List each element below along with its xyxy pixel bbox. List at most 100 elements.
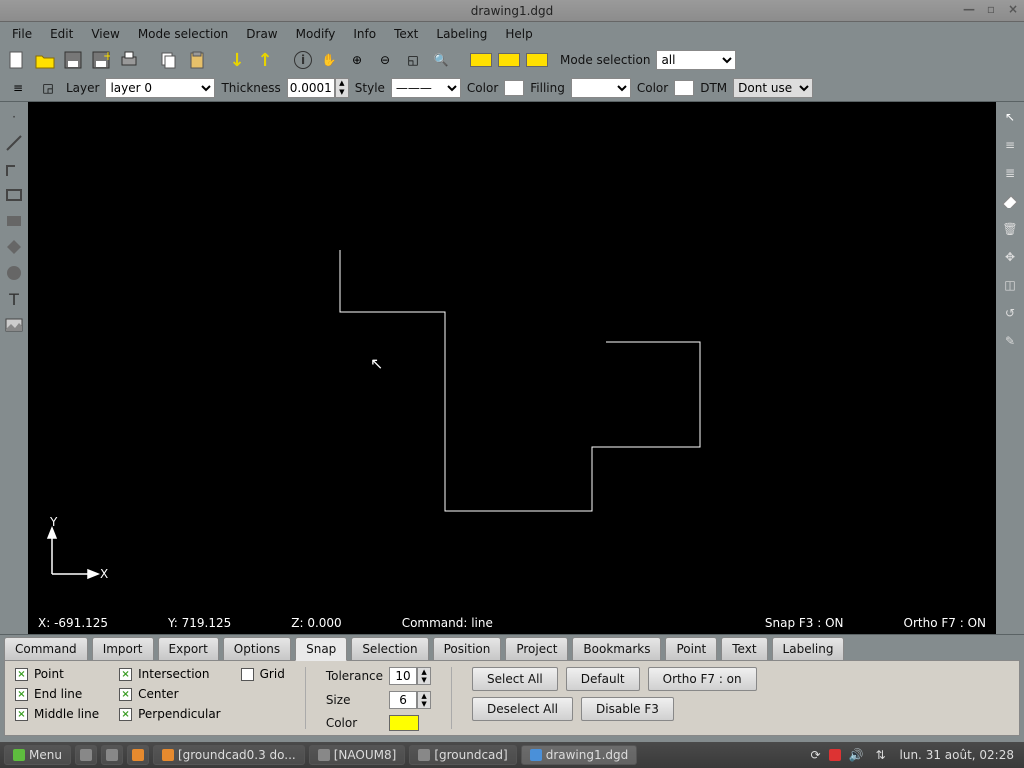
menu-mode-selection[interactable]: Mode selection	[130, 24, 236, 44]
undo-icon[interactable]: ↓	[226, 49, 248, 71]
paste-icon[interactable]	[186, 49, 208, 71]
eraser-icon[interactable]	[999, 190, 1021, 212]
dtm-dropdown[interactable]: Dont use	[733, 78, 813, 98]
move-icon[interactable]: ✥	[999, 246, 1021, 268]
selection-rect-icon[interactable]: ◫	[999, 274, 1021, 296]
snap-point-checkbox[interactable]: ×Point	[15, 667, 99, 681]
tray-shield-icon[interactable]	[829, 749, 841, 761]
fill-color-swatch[interactable]	[674, 80, 694, 96]
size-down[interactable]: ▼	[418, 700, 430, 708]
tab-labeling[interactable]: Labeling	[772, 637, 845, 660]
tab-snap[interactable]: Snap	[295, 637, 347, 661]
start-menu-button[interactable]: Menu	[4, 745, 71, 765]
info-icon[interactable]: i	[294, 51, 312, 69]
diamond-tool-icon[interactable]	[3, 236, 25, 258]
tab-project[interactable]: Project	[505, 637, 568, 660]
quicklaunch-terminal-icon[interactable]	[75, 745, 97, 765]
menu-text[interactable]: Text	[386, 24, 426, 44]
tolerance-down[interactable]: ▼	[418, 676, 430, 684]
menu-help[interactable]: Help	[497, 24, 540, 44]
tray-update-icon[interactable]: ⟳	[806, 748, 824, 762]
print-icon[interactable]	[118, 49, 140, 71]
tab-point[interactable]: Point	[665, 637, 717, 660]
open-icon[interactable]	[34, 49, 56, 71]
tolerance-up[interactable]: ▲	[418, 668, 430, 676]
zoom-out-icon[interactable]: ⊖	[374, 49, 396, 71]
taskbar-item-1[interactable]: [NAOUM8]	[309, 745, 406, 765]
snap-grid-checkbox[interactable]: Grid	[241, 667, 285, 681]
stack-icon[interactable]: ≣	[999, 162, 1021, 184]
select-all-button[interactable]: Select All	[472, 667, 558, 691]
snap-perpendicular-checkbox[interactable]: ×Perpendicular	[119, 707, 221, 721]
snap-endline-checkbox[interactable]: ×End line	[15, 687, 99, 701]
ruler3-icon[interactable]	[526, 53, 548, 67]
menu-file[interactable]: File	[4, 24, 40, 44]
color-swatch[interactable]	[504, 80, 524, 96]
thickness-input[interactable]	[287, 78, 335, 98]
tab-bookmarks[interactable]: Bookmarks	[572, 637, 661, 660]
rotate-icon[interactable]: ↺	[999, 302, 1021, 324]
tray-clock[interactable]: lun. 31 août, 02:28	[894, 748, 1020, 762]
save-as-icon[interactable]: +	[90, 49, 112, 71]
layer-dropdown[interactable]: layer 0	[105, 78, 215, 98]
size-up[interactable]: ▲	[418, 692, 430, 700]
close-button[interactable]: ×	[1006, 2, 1020, 16]
zoom-window-icon[interactable]: 🔍	[430, 49, 452, 71]
quicklaunch-firefox-icon[interactable]	[127, 745, 149, 765]
image-tool-icon[interactable]	[3, 314, 25, 336]
redo-icon[interactable]: ↑	[254, 49, 276, 71]
drawing-canvas[interactable]: Y X ↖	[28, 102, 996, 612]
taskbar-item-3[interactable]: drawing1.dgd	[521, 745, 638, 765]
minimize-button[interactable]: —	[962, 2, 976, 16]
tab-position[interactable]: Position	[433, 637, 502, 660]
polyline-tool-icon[interactable]	[3, 158, 25, 180]
tab-text[interactable]: Text	[721, 637, 767, 660]
zoom-in-icon[interactable]: ⊕	[346, 49, 368, 71]
size-input[interactable]	[389, 691, 417, 709]
tab-command[interactable]: Command	[4, 637, 88, 660]
tab-selection[interactable]: Selection	[351, 637, 428, 660]
snap-color-swatch[interactable]	[389, 715, 419, 731]
list-icon[interactable]: ≡	[6, 78, 30, 98]
tray-network-icon[interactable]: ⇅	[871, 748, 889, 762]
default-button[interactable]: Default	[566, 667, 640, 691]
maximize-button[interactable]: ▫	[984, 2, 998, 16]
filling-dropdown[interactable]	[571, 78, 631, 98]
layers-icon[interactable]: ≡	[999, 134, 1021, 156]
thickness-down[interactable]: ▼	[336, 88, 348, 97]
snap-center-checkbox[interactable]: ×Center	[119, 687, 221, 701]
ortho-toggle-button[interactable]: Ortho F7 : on	[648, 667, 757, 691]
deselect-all-button[interactable]: Deselect All	[472, 697, 573, 721]
select-arrow-icon[interactable]: ↖	[999, 106, 1021, 128]
menu-info[interactable]: Info	[345, 24, 384, 44]
menu-draw[interactable]: Draw	[238, 24, 285, 44]
tab-export[interactable]: Export	[158, 637, 219, 660]
rect-outline-tool-icon[interactable]	[3, 184, 25, 206]
line-tool-icon[interactable]	[3, 132, 25, 154]
copy-icon[interactable]	[158, 49, 180, 71]
menu-labeling[interactable]: Labeling	[428, 24, 495, 44]
menu-view[interactable]: View	[83, 24, 127, 44]
tab-options[interactable]: Options	[223, 637, 291, 660]
text-tool-icon[interactable]: T	[3, 288, 25, 310]
menu-modify[interactable]: Modify	[288, 24, 344, 44]
rect-fill-tool-icon[interactable]	[3, 210, 25, 232]
measure-icon[interactable]: ✎	[999, 330, 1021, 352]
new-icon[interactable]	[6, 49, 28, 71]
ruler1-icon[interactable]	[470, 53, 492, 67]
snap-middleline-checkbox[interactable]: ×Middle line	[15, 707, 99, 721]
circle-tool-icon[interactable]	[3, 262, 25, 284]
taskbar-item-0[interactable]: [groundcad0.3 do...	[153, 745, 305, 765]
thickness-up[interactable]: ▲	[336, 79, 348, 88]
layer-icon[interactable]: ◲	[36, 78, 60, 98]
save-icon[interactable]	[62, 49, 84, 71]
quicklaunch-files-icon[interactable]	[101, 745, 123, 765]
tray-volume-icon[interactable]: 🔊	[845, 748, 868, 762]
zoom-extents-icon[interactable]: ◱	[402, 49, 424, 71]
snap-intersection-checkbox[interactable]: ×Intersection	[119, 667, 221, 681]
pan-icon[interactable]: ✋	[318, 49, 340, 71]
tab-import[interactable]: Import	[92, 637, 154, 660]
mode-selection-dropdown[interactable]: all	[656, 50, 736, 70]
ruler2-icon[interactable]	[498, 53, 520, 67]
tolerance-input[interactable]	[389, 667, 417, 685]
